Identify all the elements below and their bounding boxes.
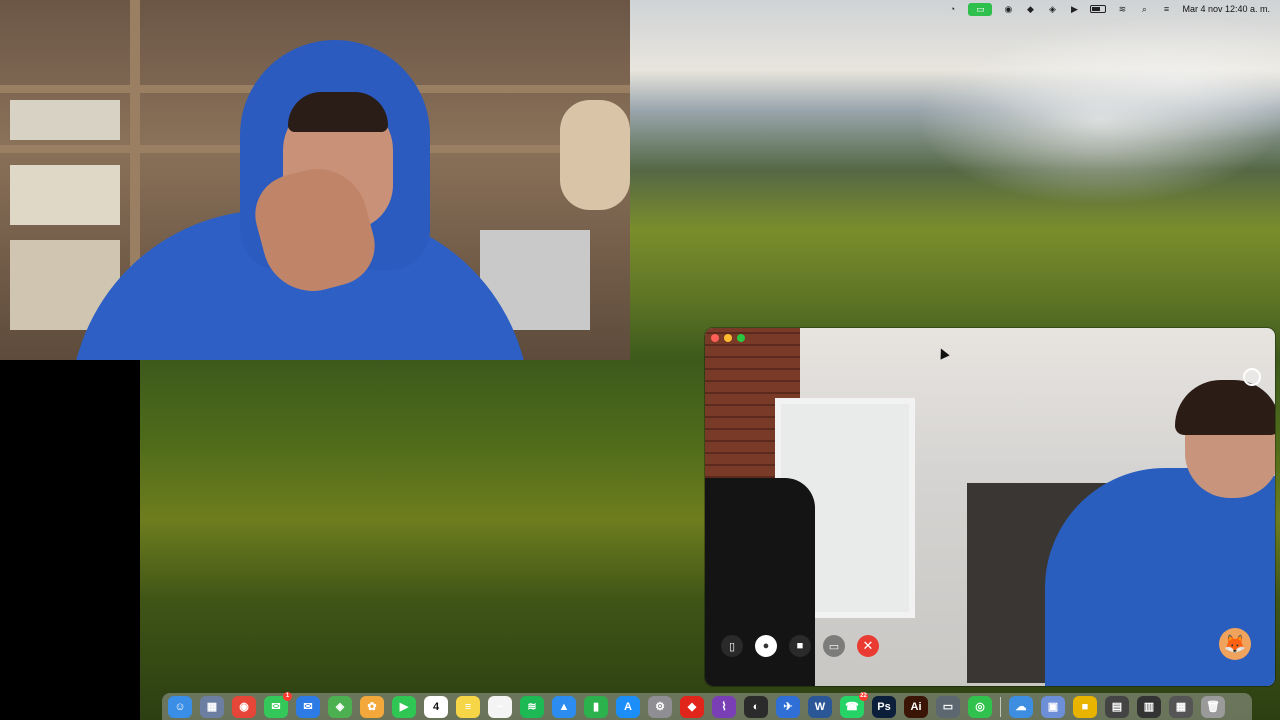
dock-stack-3-icon[interactable]: ▥ xyxy=(1137,695,1161,718)
dock-system-settings-icon[interactable]: ⚙ xyxy=(648,695,672,718)
layers-icon[interactable]: ◈ xyxy=(1046,4,1058,14)
menu-bar-clock[interactable]: Mar 4 nov 12:40 a. m. xyxy=(1182,4,1270,14)
remote-person-hair xyxy=(288,92,388,132)
remote-person xyxy=(70,40,540,360)
creative-cloud-icon[interactable]: ◔ xyxy=(946,4,958,14)
book-stack xyxy=(10,165,120,225)
window-controls xyxy=(711,334,745,342)
dock-stack-1-icon[interactable]: ■ xyxy=(1073,695,1097,718)
calendar-day: 4 xyxy=(432,700,440,713)
dock-finder-icon[interactable]: ☺ xyxy=(168,695,192,718)
whatsapp-badge: 22 xyxy=(859,691,868,701)
dock-stack-4-icon[interactable]: ▦ xyxy=(1169,695,1193,718)
dock-separator xyxy=(1000,696,1001,717)
dock-photoshop-icon[interactable]: Ps xyxy=(872,695,896,718)
facetime-window[interactable]: ▯ ● ■ ▭ ✕ 🦊 xyxy=(705,328,1275,686)
pip-toggle-button[interactable] xyxy=(1243,368,1261,386)
dock-facetime-icon[interactable]: ▶ xyxy=(392,695,416,718)
dock-freeform-icon[interactable]: ~ xyxy=(488,695,512,718)
dock-whatsapp-icon[interactable]: ☎ 22 xyxy=(840,691,868,718)
dock-keynote-icon[interactable]: ▲ xyxy=(552,695,576,718)
dock-mail-icon[interactable]: ✉ xyxy=(296,695,320,718)
messages-badge: 1 xyxy=(283,691,292,701)
video-icon[interactable]: ■ xyxy=(789,635,811,657)
dropbox-icon[interactable]: ◆ xyxy=(1024,4,1036,14)
dock-app-store-icon[interactable]: A xyxy=(616,695,640,718)
dock-maps-icon[interactable]: ◈ xyxy=(328,695,352,718)
play-icon[interactable]: ▶ xyxy=(1068,4,1080,14)
control-center-icon[interactable]: ≡ xyxy=(1160,4,1172,14)
dock-word-icon[interactable]: W xyxy=(808,695,832,718)
flowers xyxy=(560,100,630,210)
end-call-icon[interactable]: ✕ xyxy=(857,635,879,657)
local-person-hair xyxy=(1175,380,1275,435)
sidebar-icon[interactable]: ▯ xyxy=(721,635,743,657)
dock-spotify-icon[interactable]: ≋ xyxy=(520,695,544,718)
dock-calendar-icon[interactable]: 4 xyxy=(424,695,448,718)
fox-avatar-icon[interactable]: 🦊 xyxy=(1219,628,1251,660)
search-icon[interactable]: ⌕ xyxy=(1138,4,1150,14)
dock-trash-icon[interactable]: 🗑 xyxy=(1201,695,1225,718)
menu-bar: ◔ ▭ ◉ ◆ ◈ ▶ ≋ ⌕ ≡ Mar 4 nov 12:40 a. m. xyxy=(630,0,1280,18)
close-window-button[interactable] xyxy=(711,334,719,342)
dock: ☺ ▦ ◉ ✉ 1 ✉ ◈ ✿ ▶ 4 ≡ ~ ≋ ▲ ▮ A ⚙ ◆ ⌇ ◐ ✈ W ☎ 22 Ps Ai ▭ ◎ ☁ ▣ ■ ▤ ▥ ▦ 🗑 xyxy=(162,691,1252,720)
call-controls: ▯ ● ■ ▭ ✕ xyxy=(721,635,879,657)
dock-chrome-icon[interactable]: ◉ xyxy=(232,695,256,718)
dock-onedrive-icon[interactable]: ☁ xyxy=(1009,695,1033,718)
dock-preview-icon[interactable]: ▣ xyxy=(1041,695,1065,718)
dock-activity-monitor-icon[interactable]: ◐ xyxy=(744,695,768,718)
dock-notes-icon[interactable]: ≡ xyxy=(456,695,480,718)
share-screen-icon[interactable]: ▭ xyxy=(823,635,845,657)
dock-illustrator-icon[interactable]: Ai xyxy=(904,695,928,718)
dock-photos-icon[interactable]: ✿ xyxy=(360,695,384,718)
minimize-window-button[interactable] xyxy=(724,334,732,342)
battery-icon[interactable] xyxy=(1090,5,1107,13)
dock-stack-2-icon[interactable]: ▤ xyxy=(1105,695,1129,718)
dock-xcode-sim-icon[interactable]: ✈ xyxy=(776,695,800,718)
dock-acrobat-icon[interactable]: ◆ xyxy=(680,695,704,718)
screen-share-icon[interactable]: ▭ xyxy=(968,2,993,16)
record-icon[interactable]: ◉ xyxy=(1002,4,1014,14)
remote-video-feed xyxy=(0,0,630,360)
dock-launchpad-icon[interactable]: ▦ xyxy=(200,695,224,718)
maximize-window-button[interactable] xyxy=(737,334,745,342)
dock-screen-capture-icon[interactable]: ▭ xyxy=(936,695,960,718)
wifi-icon[interactable]: ≋ xyxy=(1116,4,1128,14)
letterbox-area xyxy=(0,360,140,720)
dock-zoom-green-icon[interactable]: ◎ xyxy=(968,695,992,718)
book-stack xyxy=(10,100,120,140)
dock-messages-icon[interactable]: ✉ 1 xyxy=(264,691,292,718)
mic-icon[interactable]: ● xyxy=(755,635,777,657)
dock-tor-icon[interactable]: ⌇ xyxy=(712,695,736,718)
dock-numbers-icon[interactable]: ▮ xyxy=(584,695,608,718)
